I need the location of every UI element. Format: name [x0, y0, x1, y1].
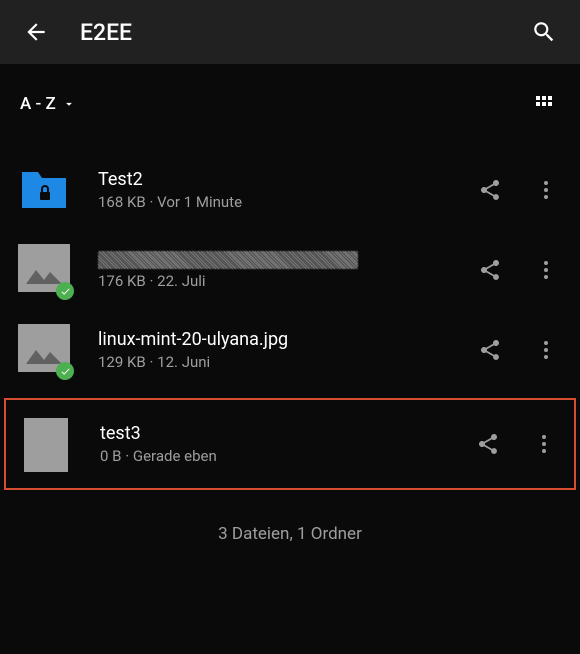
file-icon-wrap: [18, 164, 70, 216]
file-meta: 168 KB · Vor 1 Minute: [98, 193, 474, 211]
file-name: test3: [100, 423, 472, 444]
more-button[interactable]: [528, 428, 560, 460]
share-button[interactable]: [474, 334, 506, 366]
chevron-down-icon: [62, 97, 76, 111]
file-actions: [474, 334, 562, 366]
share-button[interactable]: [472, 428, 504, 460]
share-button[interactable]: [474, 254, 506, 286]
search-button[interactable]: [524, 12, 564, 52]
file-item-folder[interactable]: Test2 168 KB · Vor 1 Minute: [0, 150, 580, 230]
sort-label: A - Z: [20, 94, 56, 114]
more-vert-icon: [534, 338, 558, 362]
file-actions: [472, 428, 560, 460]
sort-bar: A - Z: [0, 64, 580, 136]
sync-check-icon: [56, 282, 74, 300]
file-info: test3 0 B · Gerade eben: [100, 423, 472, 465]
share-icon: [476, 432, 500, 456]
more-vert-icon: [534, 258, 558, 282]
search-icon: [531, 19, 557, 45]
page-title: E2EE: [80, 19, 524, 46]
file-meta: 176 KB · 22. Juli: [98, 272, 474, 290]
file-actions: [474, 174, 562, 206]
file-name: Test2: [98, 169, 474, 190]
file-icon-wrap: [20, 418, 72, 470]
file-info: linux-mint-20-ulyana.jpg 129 KB · 12. Ju…: [98, 329, 474, 371]
more-button[interactable]: [530, 254, 562, 286]
file-actions: [474, 254, 562, 286]
summary-text: 3 Dateien, 1 Ordner: [0, 524, 580, 544]
share-icon: [478, 178, 502, 202]
file-meta: 129 KB · 12. Juni: [98, 353, 474, 371]
file-icon-wrap: [18, 324, 70, 376]
file-info: 176 KB · 22. Juli: [98, 251, 474, 290]
file-meta: 0 B · Gerade eben: [100, 447, 472, 465]
more-vert-icon: [534, 178, 558, 202]
file-info: Test2 168 KB · Vor 1 Minute: [98, 169, 474, 211]
sort-dropdown[interactable]: A - Z: [20, 94, 76, 114]
share-icon: [478, 338, 502, 362]
file-item-image[interactable]: 176 KB · 22. Juli: [0, 230, 580, 310]
file-item-image[interactable]: linux-mint-20-ulyana.jpg 129 KB · 12. Ju…: [0, 310, 580, 390]
file-name: linux-mint-20-ulyana.jpg: [98, 329, 474, 350]
grid-view-button[interactable]: [528, 88, 560, 120]
more-button[interactable]: [530, 334, 562, 366]
share-icon: [478, 258, 502, 282]
more-button[interactable]: [530, 174, 562, 206]
grid-icon: [532, 92, 556, 116]
more-vert-icon: [532, 432, 556, 456]
file-item-document-highlighted[interactable]: test3 0 B · Gerade eben: [4, 398, 576, 490]
folder-lock-icon: [18, 164, 70, 212]
file-name-redacted: [98, 251, 358, 269]
arrow-back-icon: [23, 19, 49, 45]
file-icon-wrap: [18, 244, 70, 296]
share-button[interactable]: [474, 174, 506, 206]
document-icon: [24, 418, 68, 472]
file-list: Test2 168 KB · Vor 1 Minute: [0, 136, 580, 490]
app-header: E2EE: [0, 0, 580, 64]
back-button[interactable]: [16, 12, 56, 52]
sync-check-icon: [56, 362, 74, 380]
